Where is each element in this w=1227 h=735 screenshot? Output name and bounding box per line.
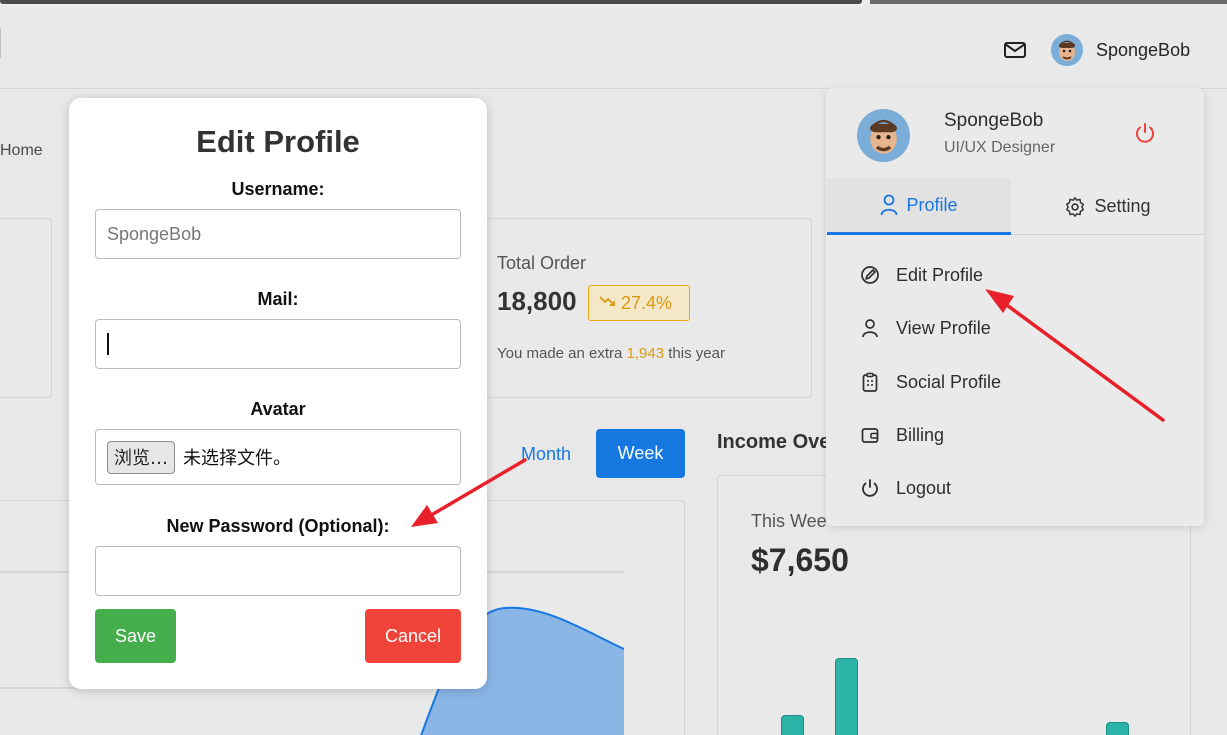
text-caret — [107, 333, 109, 355]
tab-setting[interactable]: Setting — [1011, 178, 1204, 235]
menu-item-edit-profile[interactable]: Edit Profile — [860, 260, 983, 290]
username-field[interactable] — [95, 209, 461, 259]
edit-icon — [861, 266, 879, 284]
user-icon — [862, 319, 878, 338]
mail-label: Mail: — [257, 289, 299, 309]
income-overview-title: Income Ove — [717, 431, 831, 453]
browse-button[interactable]: 浏览… — [107, 440, 175, 474]
menu-item-view-profile[interactable]: View Profile — [860, 313, 991, 343]
menu-item-social-profile[interactable]: Social Profile — [860, 367, 1001, 397]
trending-down-icon — [599, 294, 615, 312]
search-box-edge[interactable] — [0, 26, 1, 60]
total-order-card: Total Order 18,800 27.4% You made an ext… — [486, 218, 812, 398]
menu-item-label: Billing — [896, 424, 945, 445]
profile-name: SpongeBob — [944, 110, 1044, 131]
breadcrumb-home[interactable]: Home — [0, 142, 43, 160]
save-button[interactable]: Save — [95, 609, 176, 663]
header-user-name: SpongeBob — [1096, 39, 1191, 60]
total-order-note: You made an extra 1,943 this year — [497, 345, 725, 362]
menu-item-billing[interactable]: Billing — [860, 420, 944, 450]
user-icon — [881, 194, 898, 216]
total-order-title: Total Order — [497, 253, 587, 273]
tab-setting-label: Setting — [1094, 196, 1151, 216]
edit-profile-modal: Edit Profile Username: Mail: Avatar 浏览… … — [69, 98, 487, 689]
mail-icon[interactable] — [1003, 40, 1027, 60]
browser-tab-bar — [0, 0, 862, 4]
menu-item-label: View Profile — [896, 317, 991, 338]
menu-item-label: Social Profile — [896, 371, 1002, 392]
cancel-button[interactable]: Cancel — [365, 609, 461, 663]
power-icon — [862, 479, 878, 497]
clipboard-icon — [862, 372, 878, 392]
trend-badge-value: 27.4% — [621, 292, 673, 313]
power-icon[interactable] — [1133, 121, 1157, 145]
month-toggle[interactable]: Month — [521, 444, 571, 465]
password-label: New Password (Optional): — [166, 516, 390, 536]
menu-item-label: Logout — [896, 477, 952, 498]
menu-item-label: Edit Profile — [896, 264, 984, 285]
avatar-label: Avatar — [250, 399, 306, 419]
avatar — [857, 109, 910, 162]
profile-dropdown: SpongeBob UI/UX Designer Profile Setting… — [826, 88, 1204, 526]
username-label: Username: — [231, 179, 325, 199]
week-toggle[interactable]: Week — [596, 429, 685, 478]
income-bar — [835, 658, 858, 735]
profile-role: UI/UX Designer — [944, 139, 1056, 156]
note-suffix: this year — [664, 345, 725, 362]
user-menu-toggle[interactable]: SpongeBob — [1051, 32, 1190, 68]
profile-tabs: Profile Setting — [826, 178, 1204, 235]
avatar-file-input: 浏览… 未选择文件。 — [95, 429, 461, 485]
mail-field[interactable] — [95, 319, 461, 369]
income-bar — [781, 715, 804, 735]
file-status: 未选择文件。 — [183, 448, 291, 469]
note-prefix: You made an extra — [497, 345, 627, 362]
gear-icon — [1066, 196, 1085, 217]
browser-tab-bar-secondary — [870, 0, 1227, 4]
stat-card-partial — [0, 218, 52, 398]
top-header: SpongeBob — [0, 6, 1227, 89]
income-period-label: This Wee — [751, 511, 827, 531]
income-bar — [1106, 722, 1129, 735]
note-highlight: 1,943 — [626, 345, 665, 362]
tab-profile-label: Profile — [906, 194, 958, 215]
income-value: $7,650 — [751, 542, 849, 578]
menu-item-logout[interactable]: Logout — [860, 473, 951, 503]
total-order-value: 18,800 — [497, 286, 577, 316]
password-field[interactable] — [95, 546, 461, 596]
tab-profile[interactable]: Profile — [827, 178, 1011, 235]
modal-title: Edit Profile — [196, 124, 360, 159]
wallet-icon — [861, 428, 879, 443]
avatar — [1051, 34, 1083, 66]
trend-badge: 27.4% — [588, 285, 690, 321]
